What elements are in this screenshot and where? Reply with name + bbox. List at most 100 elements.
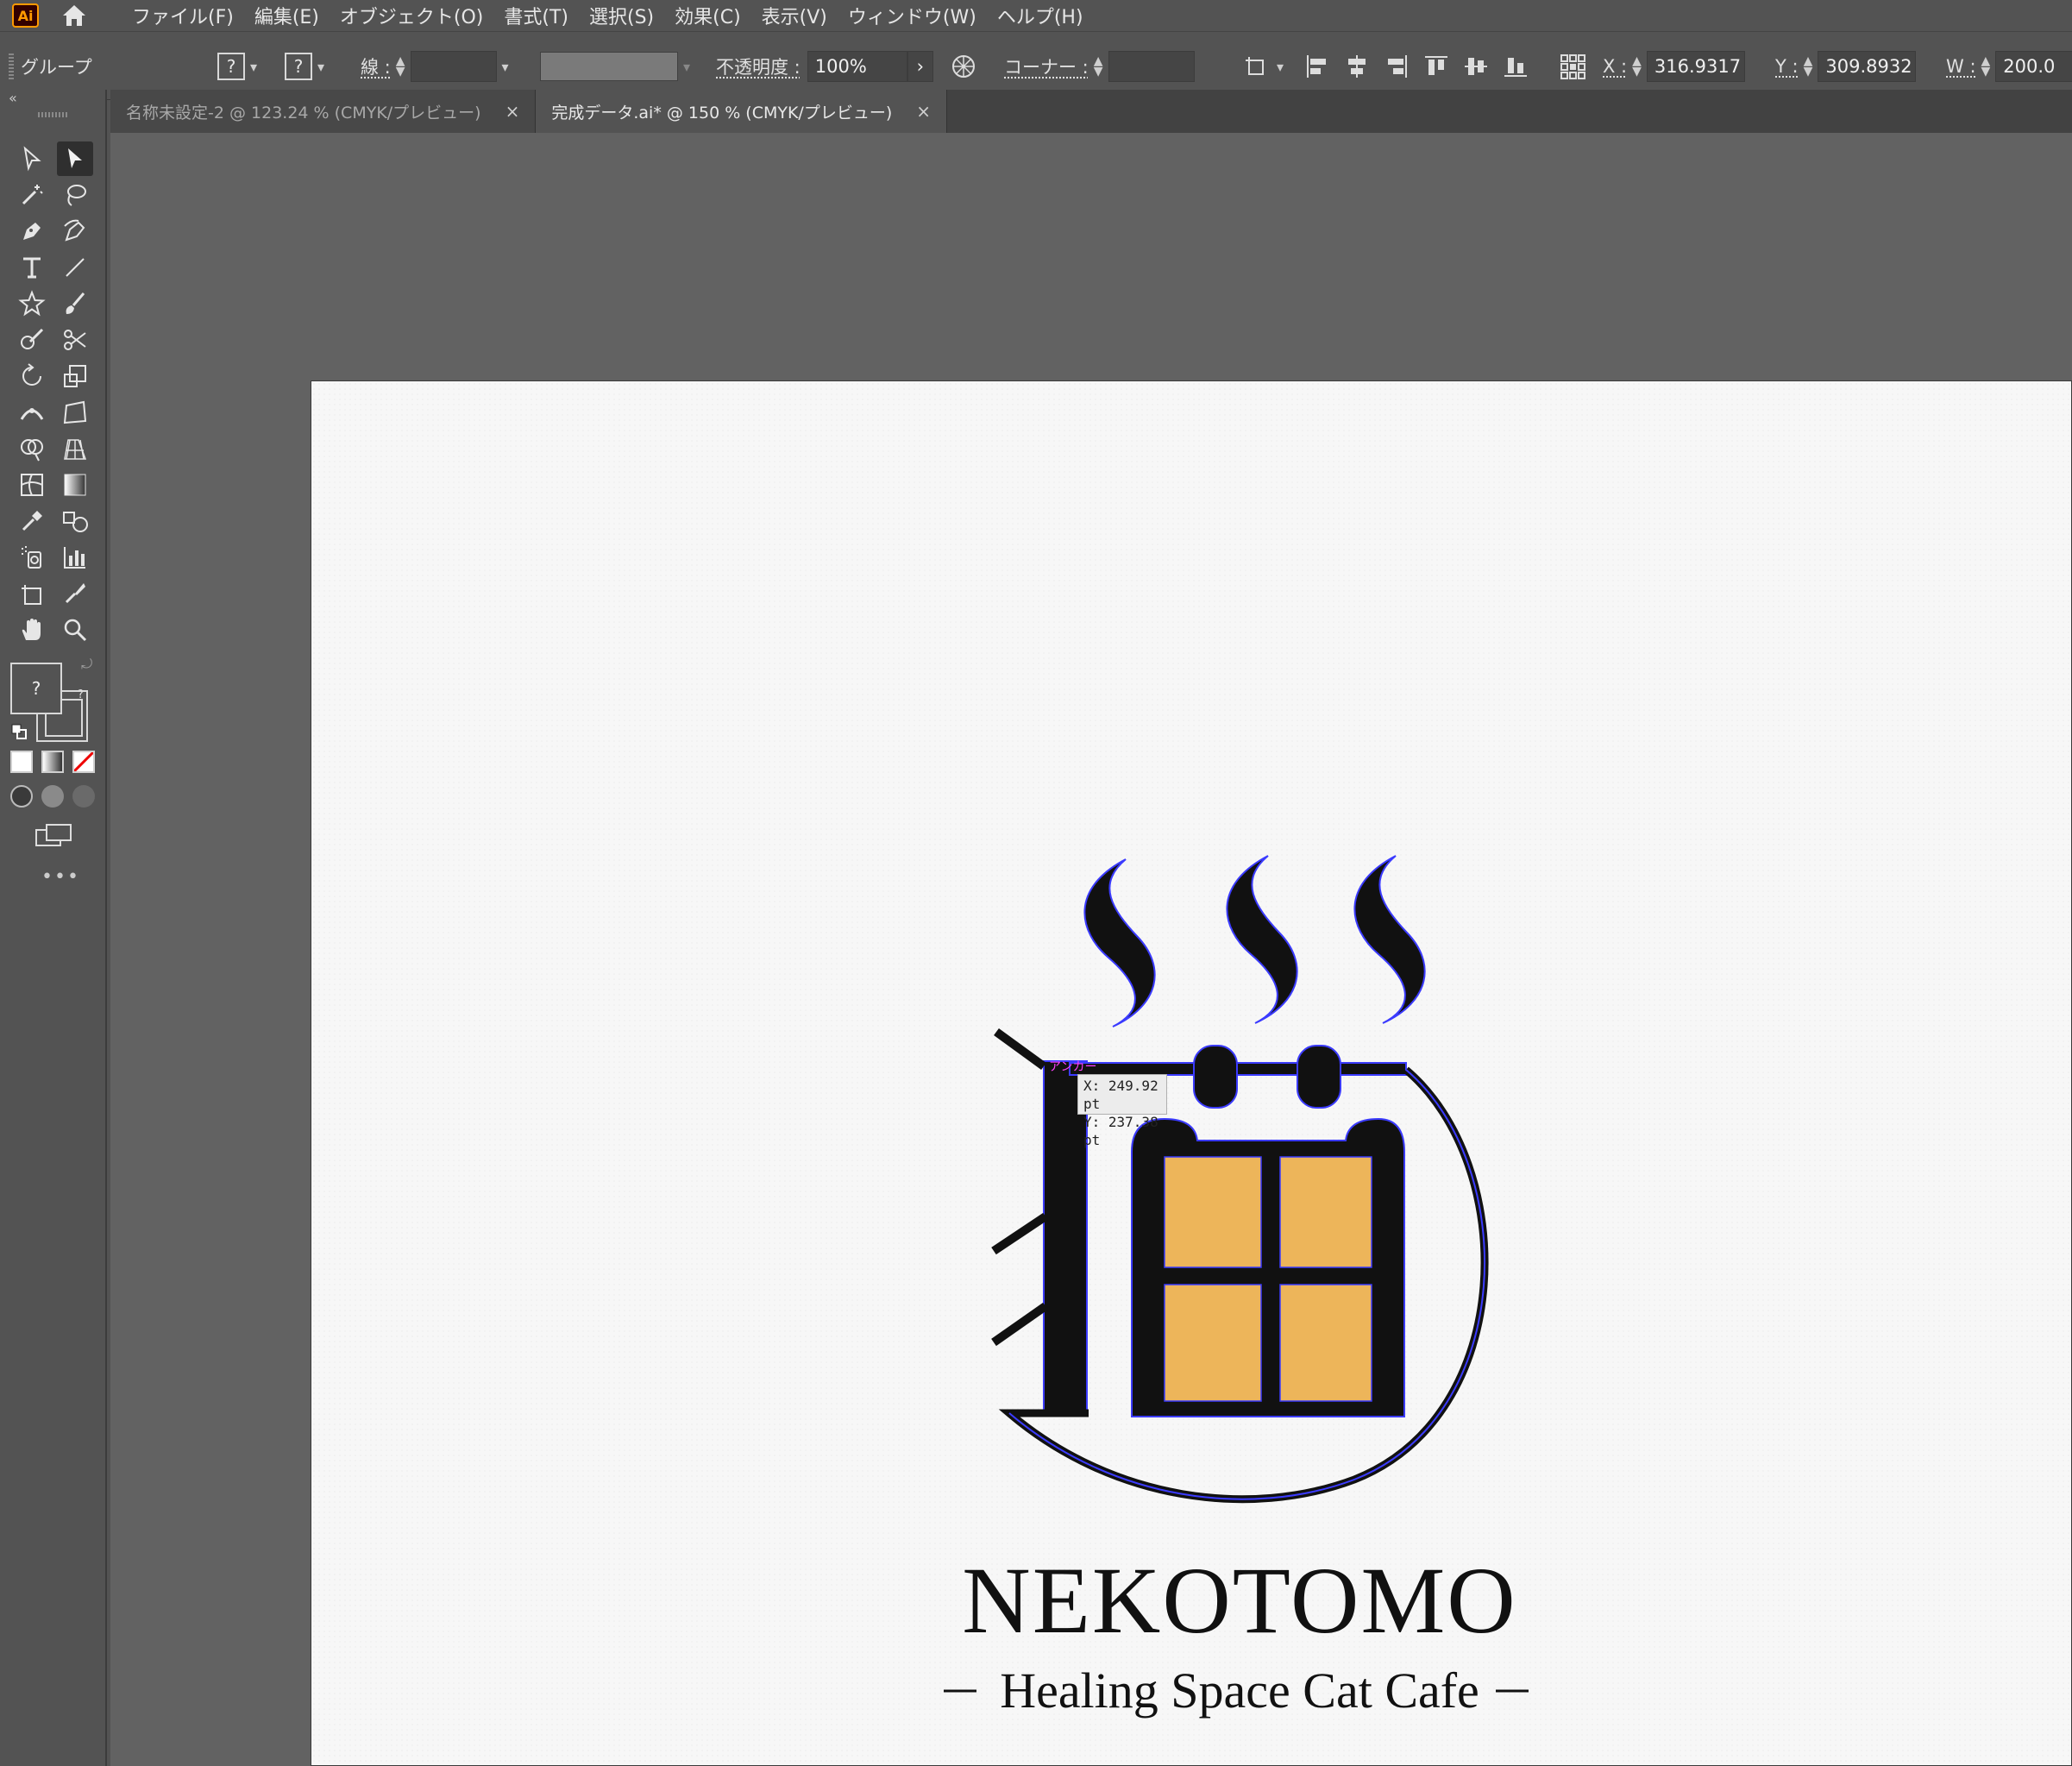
screen-mode-icon[interactable] — [35, 823, 72, 849]
panel-grip[interactable] — [38, 112, 67, 117]
opacity-label[interactable]: 不透明度 : — [716, 53, 801, 79]
canvas-pasteboard[interactable] — [110, 133, 2072, 1766]
line-tool[interactable] — [57, 250, 93, 285]
opacity-field[interactable]: 100% — [807, 51, 907, 82]
fill-color-box[interactable]: ? — [10, 663, 62, 714]
menu-type[interactable]: 書式(T) — [504, 2, 568, 29]
stroke-weight-label[interactable]: 線 : — [361, 53, 391, 79]
symbol-sprayer-tool[interactable] — [14, 540, 50, 575]
menu-select[interactable]: 選択(S) — [589, 2, 654, 29]
slice-tool[interactable] — [57, 576, 93, 611]
x-field[interactable]: 316.9317 — [1646, 51, 1745, 82]
recolor-icon[interactable] — [949, 52, 978, 81]
logo-subtitle-text[interactable]: Healing Space Cat Cafe — [942, 1661, 1537, 1721]
scale-tool[interactable] — [57, 359, 93, 393]
draw-normal-button[interactable] — [10, 785, 33, 808]
x-label[interactable]: X : — [1603, 56, 1627, 77]
hand-tool[interactable] — [14, 613, 50, 647]
type-tool[interactable] — [14, 250, 50, 285]
fill-indicator[interactable]: ? — [217, 53, 245, 80]
align-vertical-center-icon[interactable] — [1461, 52, 1491, 81]
window-body[interactable] — [1131, 1117, 1405, 1417]
y-spinner[interactable]: ▲ ▼ — [1804, 55, 1813, 78]
chevron-down-icon[interactable]: ▾ — [317, 59, 324, 75]
home-button[interactable] — [60, 3, 89, 28]
y-label[interactable]: Y : — [1775, 56, 1799, 77]
curvature-tool[interactable] — [57, 214, 93, 248]
window-pane[interactable] — [1279, 1284, 1372, 1402]
opacity-arrow-button[interactable]: › — [907, 51, 933, 82]
shape-builder-tool[interactable] — [14, 431, 50, 466]
edit-toolbar-more-icon[interactable]: ••• — [41, 866, 80, 888]
column-graph-tool[interactable] — [57, 540, 93, 575]
scissors-tool[interactable] — [57, 323, 93, 357]
menu-edit[interactable]: 編集(E) — [254, 2, 319, 29]
logo-title-text[interactable]: NEKOTOMO — [942, 1549, 1537, 1652]
align-left-icon[interactable] — [1303, 52, 1332, 81]
transform-align-icon[interactable] — [1242, 52, 1271, 81]
close-tab-icon[interactable]: × — [505, 101, 520, 122]
eyedropper-tool[interactable] — [14, 504, 50, 538]
chevron-down-icon[interactable]: ▾ — [1277, 59, 1284, 75]
paintbrush-tool[interactable] — [57, 286, 93, 321]
tab-final-data[interactable]: 完成データ.ai* @ 150 % (CMYK/プレビュー) × — [536, 90, 948, 133]
pen-tool[interactable] — [14, 214, 50, 248]
menu-window[interactable]: ウィンドウ(W) — [848, 2, 976, 29]
tab-untitled-2[interactable]: 名称未設定-2 @ 123.24 % (CMYK/プレビュー) × — [110, 90, 537, 133]
close-tab-icon[interactable]: × — [916, 101, 931, 122]
none-button[interactable] — [72, 751, 95, 773]
draw-behind-button[interactable] — [41, 785, 64, 808]
free-transform-tool[interactable] — [57, 395, 93, 430]
chevron-down-icon[interactable]: ▾ — [502, 59, 509, 75]
w-label[interactable]: W : — [1946, 56, 1976, 77]
align-top-icon[interactable] — [1422, 52, 1451, 81]
draw-inside-button[interactable] — [72, 785, 95, 808]
default-colors-icon[interactable] — [10, 723, 28, 740]
star-tool[interactable] — [14, 286, 50, 321]
shaper-tool[interactable] — [14, 323, 50, 357]
menu-help[interactable]: ヘルプ(H) — [997, 2, 1083, 29]
window-pane[interactable] — [1164, 1156, 1262, 1268]
reference-point-icon[interactable] — [1558, 52, 1587, 81]
gradient-button[interactable] — [41, 751, 64, 773]
grip-handle[interactable] — [9, 53, 14, 79]
corner-field[interactable] — [1108, 51, 1195, 82]
y-field[interactable]: 309.8932 — [1818, 51, 1917, 82]
window-pane[interactable] — [1279, 1156, 1372, 1268]
rotate-tool[interactable] — [14, 359, 50, 393]
perspective-grid-tool[interactable] — [57, 431, 93, 466]
swap-fill-stroke-icon[interactable]: ⤾ — [81, 656, 92, 673]
w-field[interactable]: 200.0 — [1995, 51, 2072, 82]
gradient-tool[interactable] — [57, 468, 93, 502]
chevron-down-icon[interactable]: ▾ — [250, 59, 257, 75]
zoom-tool[interactable] — [57, 613, 93, 647]
stroke-weight-spinner[interactable]: ▲ ▼ — [396, 55, 405, 78]
magic-wand-tool[interactable] — [14, 178, 50, 212]
direct-selection-tool[interactable] — [57, 141, 93, 176]
align-bottom-icon[interactable] — [1501, 52, 1530, 81]
variable-width-profile[interactable] — [540, 52, 678, 81]
blend-tool[interactable] — [57, 504, 93, 538]
width-tool[interactable] — [14, 395, 50, 430]
align-horizontal-center-icon[interactable] — [1342, 52, 1372, 81]
collapse-panel-icon[interactable]: « — [9, 90, 17, 106]
artboard-tool[interactable] — [14, 576, 50, 611]
menu-view[interactable]: 表示(V) — [762, 2, 827, 29]
window-pane[interactable] — [1164, 1284, 1262, 1402]
selection-tool[interactable] — [14, 141, 50, 176]
menu-effect[interactable]: 効果(C) — [675, 2, 741, 29]
color-button[interactable] — [10, 751, 33, 773]
mesh-tool[interactable] — [14, 468, 50, 502]
stroke-weight-field[interactable] — [410, 51, 497, 82]
w-spinner[interactable]: ▲ ▼ — [1981, 55, 1991, 78]
chevron-down-icon[interactable]: ▾ — [683, 59, 690, 75]
menu-file[interactable]: ファイル(F) — [132, 2, 234, 29]
corner-spinner[interactable]: ▲ ▼ — [1094, 55, 1103, 78]
menu-object[interactable]: オブジェクト(O) — [340, 2, 483, 29]
stroke-indicator[interactable]: ? — [285, 53, 312, 80]
align-right-icon[interactable] — [1382, 52, 1411, 81]
x-spinner[interactable]: ▲ ▼ — [1632, 55, 1642, 78]
home-icon — [63, 5, 85, 26]
lasso-tool[interactable] — [57, 178, 93, 212]
corner-label[interactable]: コーナー : — [1004, 53, 1089, 79]
